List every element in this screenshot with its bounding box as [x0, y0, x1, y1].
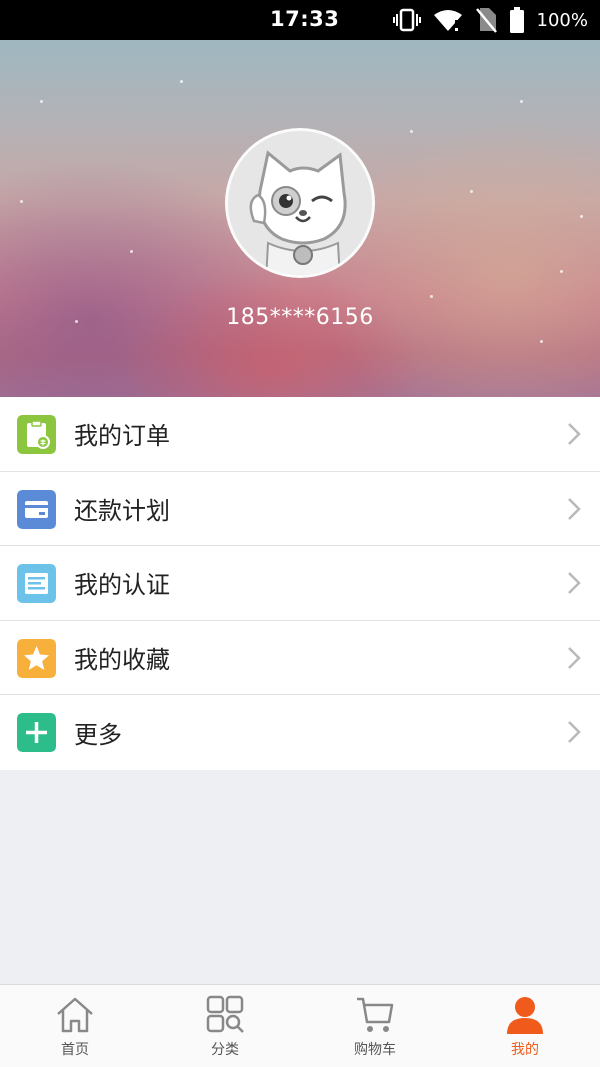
menu-label-certification: 我的认证 [74, 571, 170, 600]
tab-label-cart: 购物车 [354, 1042, 396, 1058]
menu-list: 我的订单 还款计划 我的认证 我的收藏 更多 [0, 397, 600, 770]
menu-item-repayment[interactable]: 还款计划 [0, 472, 600, 546]
tab-home[interactable]: 首页 [0, 985, 150, 1067]
category-icon [206, 995, 244, 1033]
no-sim-icon [475, 8, 497, 33]
chevron-right-icon [568, 423, 581, 445]
cart-icon [357, 997, 394, 1032]
status-time: 17:33 [270, 7, 340, 31]
star-icon [17, 638, 56, 678]
avatar[interactable] [225, 128, 375, 278]
status-icons: 100% [392, 6, 588, 34]
battery-level: 100% [536, 9, 588, 31]
vibrate-icon [392, 8, 421, 32]
plus-icon [17, 713, 56, 752]
phone-number: 185****6156 [226, 305, 374, 330]
menu-label-more: 更多 [74, 720, 122, 749]
tab-label-home: 首页 [61, 1042, 89, 1058]
certification-icon [17, 564, 56, 603]
menu-label-favorites: 我的收藏 [74, 645, 170, 674]
tab-category[interactable]: 分类 [150, 985, 300, 1067]
chevron-right-icon [568, 721, 581, 743]
menu-label-orders: 我的订单 [74, 422, 170, 451]
status-bar: 17:33 100% [0, 0, 600, 40]
repayment-card-icon [17, 489, 56, 529]
battery-icon [509, 7, 524, 33]
tab-cart[interactable]: 购物车 [300, 985, 450, 1067]
menu-item-favorites[interactable]: 我的收藏 [0, 621, 600, 695]
tab-label-category: 分类 [211, 1042, 239, 1058]
chevron-right-icon [568, 572, 581, 594]
orders-icon [17, 415, 56, 454]
home-icon [57, 997, 93, 1033]
chevron-right-icon [568, 646, 581, 669]
profile-header: 185****6156 [0, 40, 600, 397]
profile-icon [507, 997, 543, 1034]
bottom-tab-bar: 首页 分类 购物车 我的 [0, 984, 600, 1067]
menu-item-orders[interactable]: 我的订单 [0, 397, 600, 472]
tab-label-profile: 我的 [511, 1042, 539, 1058]
tab-profile[interactable]: 我的 [450, 985, 600, 1067]
wifi-icon [433, 10, 462, 31]
menu-item-more[interactable]: 更多 [0, 695, 600, 770]
menu-label-repayment: 还款计划 [74, 496, 170, 525]
cat-avatar-icon [228, 131, 372, 275]
menu-item-certification[interactable]: 我的认证 [0, 546, 600, 621]
chevron-right-icon [568, 497, 581, 520]
